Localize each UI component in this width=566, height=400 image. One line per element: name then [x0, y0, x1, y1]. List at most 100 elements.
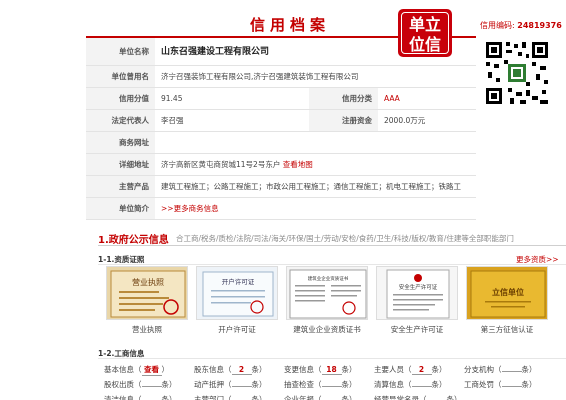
view-map-link[interactable]: 查看地图 [283, 160, 313, 169]
credit-class: AAA [384, 93, 400, 103]
rep-label: 法定代表人 [86, 110, 155, 131]
business-info-item[interactable]: 清洁信息（ 条） [104, 394, 177, 400]
paren-open: （ [404, 365, 412, 374]
paren-close: ） [169, 395, 177, 400]
company-name: 山东召强建设工程有限公司 [161, 46, 270, 57]
business-license-caption: 营业执照 [132, 325, 162, 334]
business-info-label: 工商处罚 [464, 380, 494, 389]
business-info-unit: 条 [521, 365, 530, 374]
business-info-item[interactable]: 基本信息（ 查看） [104, 364, 169, 376]
paren-open: （ [314, 395, 322, 400]
info-row-intro: 单位简介 >>更多商务信息 [86, 198, 476, 220]
business-info-count[interactable] [141, 386, 162, 387]
business-info-unit: 条 [161, 395, 170, 400]
business-info-count[interactable]: 查看 [141, 364, 162, 376]
business-info-label: 清洁信息 [104, 395, 134, 400]
business-info-count[interactable] [321, 386, 342, 387]
business-info-count[interactable] [501, 371, 522, 372]
business-info-unit: 条 [251, 395, 260, 400]
paren-open: （ [224, 380, 232, 389]
paren-close: ） [259, 395, 267, 400]
business-info-count[interactable] [411, 386, 432, 387]
thumb-label: 立信单位 [492, 287, 524, 297]
business-info-count[interactable] [501, 386, 522, 387]
certificate-image: 安全生产许可证 [377, 267, 457, 319]
safety-permit-thumb[interactable]: 安全生产许可证 [376, 266, 458, 320]
paren-close: ） [454, 395, 462, 400]
legal-rep: 李召强 [161, 115, 184, 125]
business-info-item[interactable]: 股东信息（ 2 条） [194, 364, 267, 375]
info-row-address: 详细地址 济宁高新区黄屯商贸城11号2号东户 查看地图 [86, 154, 476, 176]
business-info-label: 股权出质 [104, 380, 134, 389]
address-text: 济宁高新区黄屯商贸城11号2号东户 [161, 159, 281, 169]
paren-open: （ [134, 380, 142, 389]
business-info-item[interactable]: 主营部门（ 条） [194, 394, 267, 400]
paren-open: （ [134, 395, 142, 400]
paren-open: （ [314, 365, 322, 374]
credit-cert-thumb[interactable]: 立信单位 [466, 266, 548, 320]
account-permit-thumb[interactable]: 开户许可证 [196, 266, 278, 320]
qr-code[interactable] [484, 40, 550, 106]
business-info-label: 企业年报 [284, 395, 314, 400]
thumb-label: 开户许可证 [222, 277, 255, 286]
more-business-link[interactable]: >>更多商务信息 [155, 198, 219, 220]
business-info-unit: 条 [161, 380, 170, 389]
business-info-item[interactable]: 企业年报（ 条） [284, 394, 357, 400]
business-info-label: 动产抵押 [194, 380, 224, 389]
thumb-label: 安全生产许可证 [399, 283, 438, 291]
business-info-item[interactable]: 分支机构（ 条） [464, 364, 537, 375]
business-info-unit: 条 [251, 365, 260, 374]
business-info-count[interactable]: 2 [231, 365, 252, 375]
address: 济宁高新区黄屯商贸城11号2号东户 查看地图 [155, 154, 313, 176]
business-info-item[interactable]: 股权出质（ 条） [104, 379, 177, 390]
business-info-item[interactable]: 动产抵押（ 条） [194, 379, 267, 390]
former-name-label: 单位曾用名 [86, 66, 155, 87]
certificate-image: 建筑业企业资质证书 [287, 267, 367, 319]
business-info-item[interactable]: 工商处罚（ 条） [464, 379, 537, 390]
paren-close: ） [349, 380, 357, 389]
address-label: 详细地址 [86, 154, 155, 175]
business-info-unit: 条 [431, 380, 440, 389]
business-info-count[interactable] [231, 386, 252, 387]
business-info-label: 分支机构 [464, 365, 494, 374]
gov-info-departments: 合工商/税务/质检/法院/司法/海关/环保/国土/劳动/安检/食药/卫生/科技/… [176, 234, 514, 243]
business-info-label: 主要人员 [374, 365, 404, 374]
construction-cert-thumb[interactable]: 建筑业企业资质证书 [286, 266, 368, 320]
thumb-label: 营业执照 [132, 277, 164, 287]
paren-open: （ [494, 380, 502, 389]
business-info-item[interactable]: 经营异常名录（ 条） [374, 394, 462, 400]
business-info-label: 基本信息 [104, 365, 134, 374]
business-info-item[interactable]: 变更信息（ 18 条） [284, 364, 357, 375]
construction-cert-caption: 建筑业企业资质证书 [293, 325, 361, 334]
gov-info-section-title: 1.政府公示信息 [98, 235, 169, 246]
credit-profile-page: 信用档案 单立 位信 信用编码: 24819376 单位名称 山东召强建设工程有… [0, 0, 566, 400]
business-info-item[interactable]: 主要人员（ 2 条） [374, 364, 447, 375]
info-row-web: 商务网址 [86, 132, 476, 154]
business-info-unit: 条 [341, 395, 350, 400]
paren-open: （ [134, 365, 142, 374]
account-permit-caption: 开户许可证 [218, 325, 256, 334]
info-row-products: 主营产品 建筑工程施工；公路工程施工；市政公用工程施工；通信工程施工；机电工程施… [86, 176, 476, 198]
business-info-label: 变更信息 [284, 365, 314, 374]
name-label: 单位名称 [86, 38, 155, 65]
info-row-rep: 法定代表人 李召强 注册资金 2000.0万元 [86, 110, 476, 132]
credit-code-label: 信用编码: [480, 21, 515, 30]
business-info-label: 主营部门 [194, 395, 224, 400]
certificate-image: 立信单位 [467, 267, 547, 319]
qr-code-icon [484, 40, 550, 106]
paren-close: ） [439, 380, 447, 389]
business-info-item[interactable]: 清算信息（ 条） [374, 379, 447, 390]
info-row-name: 单位名称 山东召强建设工程有限公司 [86, 38, 476, 66]
certificate-image: 营业执照 [107, 267, 187, 319]
section-divider [98, 245, 566, 246]
score-label: 信用分值 [86, 88, 155, 109]
svg-text:单立: 单立 [409, 15, 441, 34]
business-info-unit: 条 [521, 380, 530, 389]
business-info-count[interactable]: 2 [411, 365, 432, 375]
paren-open: （ [494, 365, 502, 374]
business-info-count[interactable]: 18 [321, 365, 342, 375]
business-info-item[interactable]: 抽查检查（ 条） [284, 379, 357, 390]
credit-code-value: 24819376 [517, 21, 562, 30]
class-label: 信用分类 [309, 88, 378, 109]
business-license-thumb[interactable]: 营业执照 [106, 266, 188, 320]
